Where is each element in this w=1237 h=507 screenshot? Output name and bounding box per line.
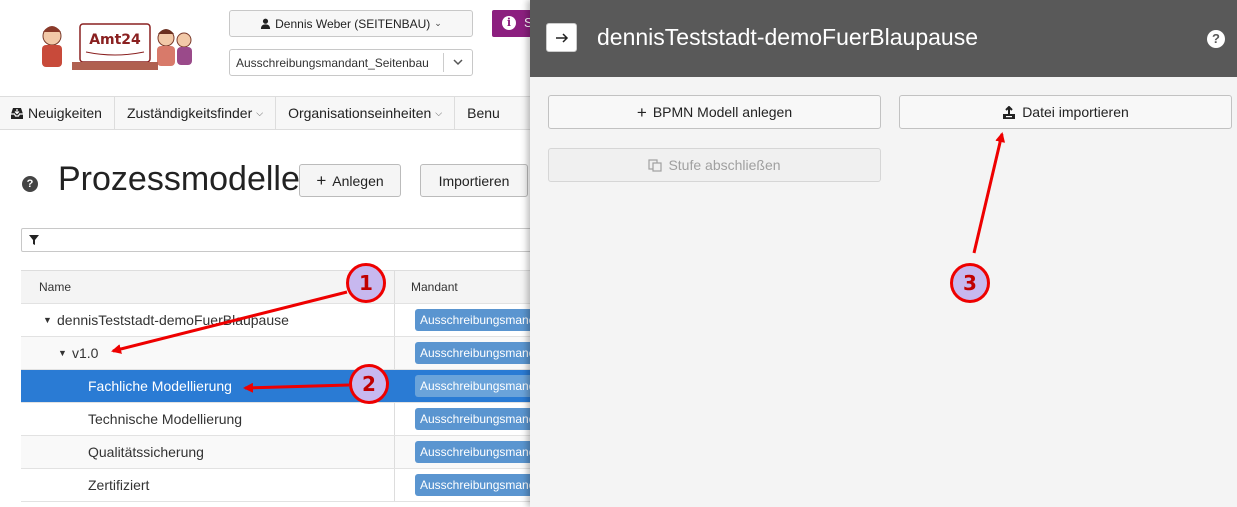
importieren-button[interactable]: Importieren	[420, 164, 528, 197]
tree-name-cell: ▼ dennisTeststadt-demoFuerBlaupause	[21, 304, 395, 336]
user-menu-button[interactable]: Dennis Weber (SEITENBAU) ⌄	[229, 10, 473, 37]
info-button[interactable]: i S	[492, 10, 533, 37]
nav-item-label: Neuigkeiten	[28, 105, 102, 121]
upload-icon	[1003, 105, 1016, 119]
table-row[interactable]: Qualitätssicherung Ausschreibungsmandant…	[21, 436, 541, 469]
nav-item-label: Zuständigkeitsfinder	[126, 105, 253, 121]
inbox-icon	[11, 108, 23, 119]
nav-item-label: Organisationseinheiten	[288, 105, 432, 121]
bpmn-button-label: BPMN Modell anlegen	[652, 104, 793, 120]
table-header: Name Mandant	[21, 270, 541, 304]
annotation-badge-3: 3	[950, 263, 990, 303]
chevron-down-icon: ⌵	[435, 107, 443, 118]
annotation-badge-1: 1	[346, 263, 386, 303]
column-header-mandant-label: Mandant	[411, 280, 458, 294]
nav-item-benutzer[interactable]: Benu	[455, 97, 512, 129]
mandant-cell: Ausschreibungsmandant_Seitenbau	[395, 403, 541, 435]
table-row[interactable]: ▼ dennisTeststadt-demoFuerBlaupause Auss…	[21, 304, 541, 337]
user-name: Dennis Weber (SEITENBAU)	[275, 16, 431, 31]
anlegen-button[interactable]: + Anlegen	[299, 164, 401, 197]
stufe-abschliessen-button[interactable]: Stufe abschließen	[548, 148, 881, 182]
table-row[interactable]: Zertifiziert Ausschreibungsmandant_Seite…	[21, 469, 541, 502]
tree-name-cell: Qualitätssicherung	[21, 436, 395, 468]
mandant-cell: Ausschreibungsmandant_Seitenbau	[395, 337, 541, 369]
expand-toggle-icon[interactable]: ▼	[43, 315, 52, 325]
filter-icon	[29, 235, 39, 245]
tree-name-cell: Technische Modellierung	[21, 403, 395, 435]
table-row[interactable]: ▼ v1.0 Ausschreibungsmandant_Seitenbau	[21, 337, 541, 370]
filter-input[interactable]	[21, 228, 541, 252]
importieren-label: Importieren	[438, 172, 510, 189]
nav-item-label: Benu	[467, 105, 500, 121]
tree-node-label: v1.0	[72, 345, 99, 361]
stufe-button-label: Stufe abschließen	[668, 157, 781, 173]
tree-node-label: Qualitätssicherung	[88, 444, 204, 460]
mandant-cell: Ausschreibungsmandant_Seitenbau	[395, 469, 541, 501]
datei-importieren-button[interactable]: Datei importieren	[899, 95, 1232, 129]
mandant-cell: Ausschreibungsmandant_Seitenbau	[395, 436, 541, 468]
select-separator	[443, 53, 444, 72]
bpmn-modell-anlegen-button[interactable]: + BPMN Modell anlegen	[548, 95, 881, 129]
anlegen-label: Anlegen	[332, 172, 384, 189]
table-row-selected[interactable]: Fachliche Modellierung Ausschreibungsman…	[21, 370, 541, 403]
page-title: Prozessmodelle	[58, 160, 300, 198]
plus-icon: +	[636, 102, 647, 122]
mandant-badge: Ausschreibungsmandant_Seitenbau	[415, 408, 539, 430]
annotation-badge-2: 2	[349, 364, 389, 404]
tree-node-label: dennisTeststadt-demoFuerBlaupause	[57, 312, 289, 328]
chevron-down-icon	[453, 59, 463, 66]
tree-node-label: Zertifiziert	[88, 477, 150, 493]
table-row[interactable]: Technische Modellierung Ausschreibungsma…	[21, 403, 541, 436]
arrow-right-icon	[555, 32, 568, 43]
user-icon	[261, 18, 271, 29]
mandant-select[interactable]: Ausschreibungsmandant_Seitenbau	[229, 49, 473, 76]
panel-header: dennisTeststadt-demoFuerBlaupause ?	[530, 0, 1237, 77]
panel-title: dennisTeststadt-demoFuerBlaupause	[597, 24, 979, 50]
mandant-cell: Ausschreibungsmandant_Seitenbau	[395, 304, 541, 336]
mandant-badge: Ausschreibungsmandant_Seitenbau	[415, 441, 539, 463]
logo-text: Amt24	[89, 32, 141, 48]
column-header-name[interactable]: Name	[21, 271, 395, 303]
mandant-cell: Ausschreibungsmandant_Seitenbau	[395, 370, 541, 402]
column-header-mandant[interactable]: Mandant	[395, 271, 541, 303]
mandant-badge: Ausschreibungsmandant_Seitenbau	[415, 309, 539, 331]
copy-icon	[648, 158, 663, 172]
tree-name-cell: Zertifiziert	[21, 469, 395, 501]
tree-name-cell: ▼ v1.0	[21, 337, 395, 369]
main-nav: Neuigkeiten Zuständigkeitsfinder ⌵ Organ…	[0, 96, 530, 130]
amt24-logo[interactable]: Amt24	[34, 16, 194, 76]
column-header-name-label: Name	[39, 280, 72, 294]
chevron-down-icon: ⌄	[434, 18, 442, 28]
mandant-badge: Ausschreibungsmandant_Seitenbau	[415, 375, 539, 397]
mandant-badge: Ausschreibungsmandant_Seitenbau	[415, 474, 539, 496]
info-icon: i	[502, 16, 516, 30]
tree-name-cell: Fachliche Modellierung	[21, 370, 395, 402]
plus-icon: +	[316, 171, 327, 190]
nav-item-neuigkeiten[interactable]: Neuigkeiten	[0, 97, 115, 129]
process-tree-table: Name Mandant ▼ dennisTeststadt-demoFuerB…	[21, 270, 541, 502]
tree-node-label: Fachliche Modellierung	[88, 378, 232, 394]
detail-side-panel: dennisTeststadt-demoFuerBlaupause ? + BP…	[530, 0, 1237, 507]
tree-node-label: Technische Modellierung	[88, 411, 243, 427]
nav-item-zustaendigkeitsfinder[interactable]: Zuständigkeitsfinder ⌵	[115, 97, 277, 129]
help-icon[interactable]: ?	[22, 176, 38, 192]
mandant-select-value: Ausschreibungsmandant_Seitenbau	[236, 55, 429, 70]
import-button-label: Datei importieren	[1022, 104, 1129, 120]
help-icon[interactable]: ?	[1207, 30, 1225, 48]
nav-item-organisationseinheiten[interactable]: Organisationseinheiten ⌵	[276, 97, 456, 129]
chevron-down-icon: ⌵	[256, 107, 264, 118]
mandant-badge: Ausschreibungsmandant_Seitenbau	[415, 342, 539, 364]
expand-toggle-icon[interactable]: ▼	[58, 348, 67, 358]
close-panel-button[interactable]	[546, 23, 577, 52]
